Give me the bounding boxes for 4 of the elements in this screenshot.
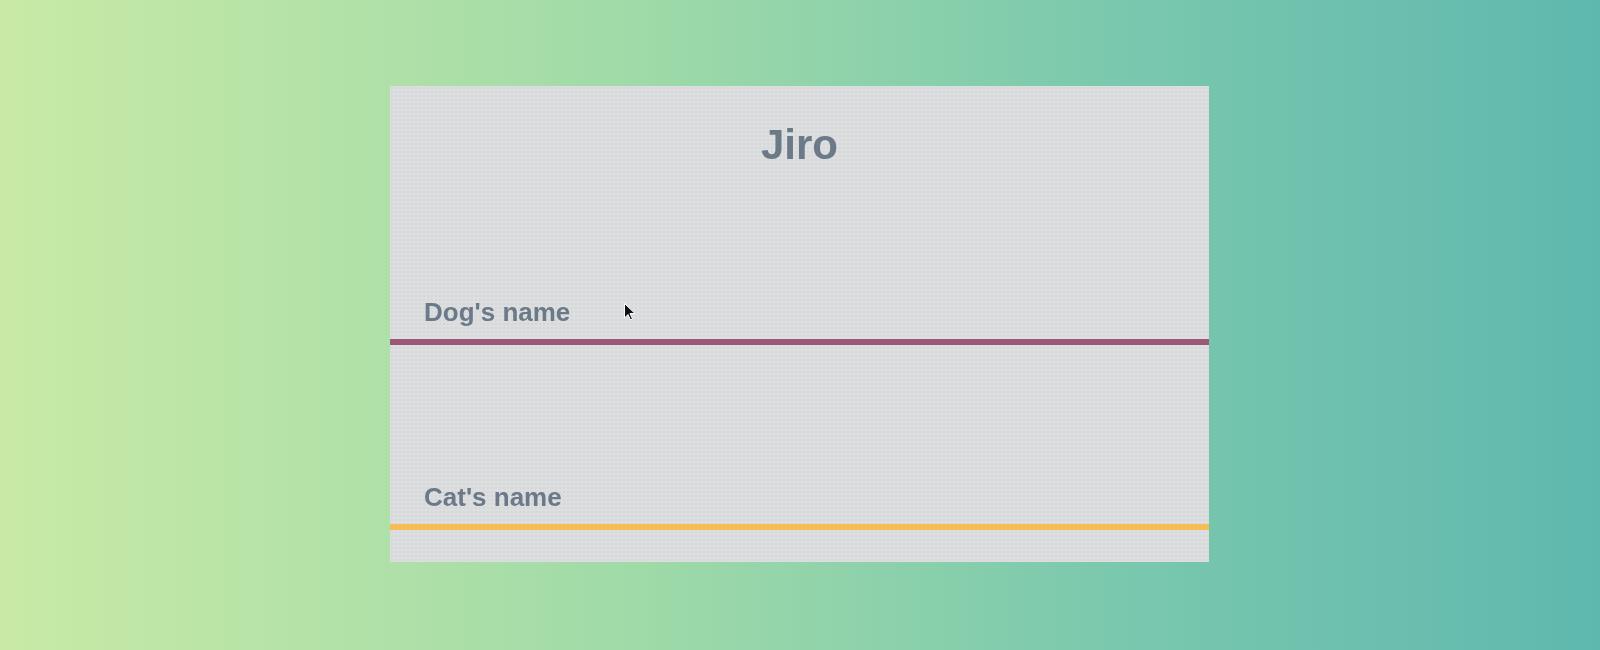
input-field[interactable]: Cat's name	[390, 470, 1209, 530]
input-field[interactable]: Dog's name	[390, 285, 1209, 345]
cursor-icon	[624, 303, 636, 321]
form-title: Jiro	[761, 120, 838, 170]
